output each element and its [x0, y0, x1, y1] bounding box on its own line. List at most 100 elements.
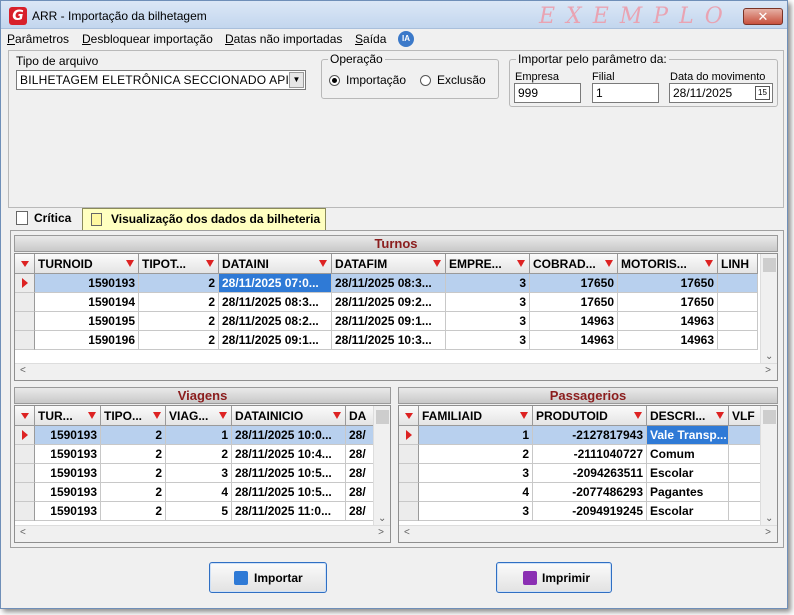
- empresa-input[interactable]: 999: [514, 83, 581, 103]
- table-cell[interactable]: 17650: [530, 293, 618, 312]
- table-cell[interactable]: 28/11/2025 07:0...: [219, 274, 332, 293]
- filter-icon[interactable]: [433, 260, 441, 267]
- table-cell[interactable]: 14963: [618, 331, 718, 350]
- table-cell[interactable]: 17650: [530, 274, 618, 293]
- vertical-scrollbar[interactable]: ⌄: [373, 406, 390, 525]
- table-cell[interactable]: 28/11/2025 09:1...: [332, 312, 446, 331]
- close-button[interactable]: ✕: [743, 8, 783, 25]
- table-cell[interactable]: [718, 274, 758, 293]
- scroll-down-icon[interactable]: ⌄: [765, 351, 773, 362]
- imprimir-button[interactable]: Imprimir: [496, 562, 612, 593]
- table-cell[interactable]: 4: [166, 483, 232, 502]
- table-cell[interactable]: -2077486293: [533, 483, 647, 502]
- filter-icon[interactable]: [153, 412, 161, 419]
- column-header[interactable]: DATAFIM: [332, 254, 446, 274]
- table-cell[interactable]: 1590193: [35, 426, 101, 445]
- table-cell[interactable]: -2094263511: [533, 464, 647, 483]
- column-header[interactable]: FAMILIAID: [419, 406, 533, 426]
- row-menu-icon[interactable]: [15, 406, 35, 426]
- table-row[interactable]: 1590193 2 1 28/11/2025 10:0... 28/: [15, 426, 390, 445]
- column-header[interactable]: TIPOT...: [139, 254, 219, 274]
- table-cell[interactable]: 3: [446, 274, 530, 293]
- table-row[interactable]: 2 -2111040727 Comum: [399, 445, 777, 464]
- table-cell[interactable]: 28/11/2025 10:0...: [232, 426, 346, 445]
- table-cell[interactable]: 2: [139, 274, 219, 293]
- column-header[interactable]: VIAG...: [166, 406, 232, 426]
- table-cell[interactable]: 28/11/2025 11:0...: [232, 502, 346, 521]
- scroll-right-icon[interactable]: >: [765, 527, 771, 538]
- scroll-thumb[interactable]: [376, 410, 389, 424]
- table-cell[interactable]: 28/11/2025 08:3...: [332, 274, 446, 293]
- column-header[interactable]: MOTORIS...: [618, 254, 718, 274]
- horizontal-scrollbar[interactable]: < >: [15, 363, 777, 380]
- table-cell[interactable]: 28/: [346, 464, 376, 483]
- scroll-down-icon[interactable]: ⌄: [378, 513, 386, 524]
- table-cell[interactable]: 1590193: [35, 274, 139, 293]
- table-cell[interactable]: 1590193: [35, 464, 101, 483]
- vertical-scrollbar[interactable]: ⌄: [760, 406, 777, 525]
- scroll-left-icon[interactable]: <: [404, 527, 410, 538]
- table-cell[interactable]: 2: [419, 445, 533, 464]
- importar-button[interactable]: Importar: [209, 562, 327, 593]
- tab-visualizacao[interactable]: Visualização dos dados da bilheteria: [82, 208, 326, 230]
- table-row[interactable]: 1590193 2 3 28/11/2025 10:5... 28/: [15, 464, 390, 483]
- table-cell[interactable]: 28/: [346, 445, 376, 464]
- table-cell[interactable]: 1: [419, 426, 533, 445]
- row-menu-icon[interactable]: [15, 254, 35, 274]
- table-cell[interactable]: 28/: [346, 483, 376, 502]
- table-cell[interactable]: 17650: [618, 293, 718, 312]
- table-cell[interactable]: Escolar: [647, 464, 729, 483]
- table-cell[interactable]: 28/: [346, 426, 376, 445]
- table-cell[interactable]: 2: [101, 483, 166, 502]
- table-row[interactable]: 1590193 2 5 28/11/2025 11:0... 28/: [15, 502, 390, 521]
- menu-desbloquear-importacao[interactable]: Desbloquear importação: [82, 32, 213, 46]
- table-cell[interactable]: 2: [166, 445, 232, 464]
- column-header[interactable]: LINH: [718, 254, 758, 274]
- filter-icon[interactable]: [517, 260, 525, 267]
- table-cell[interactable]: 2: [101, 502, 166, 521]
- tab-critica[interactable]: Crítica: [16, 211, 71, 231]
- table-cell[interactable]: 2: [139, 331, 219, 350]
- viagens-grid[interactable]: TUR... TIPO... VIAG... DATAINICIO DA 1590193 2…: [14, 405, 391, 543]
- horizontal-scrollbar[interactable]: < >: [15, 525, 390, 542]
- menu-saida[interactable]: Saída: [355, 32, 386, 46]
- table-cell[interactable]: 1590194: [35, 293, 139, 312]
- filter-icon[interactable]: [634, 412, 642, 419]
- table-row[interactable]: 3 -2094263511 Escolar: [399, 464, 777, 483]
- table-cell[interactable]: 1590195: [35, 312, 139, 331]
- table-cell[interactable]: 3: [419, 502, 533, 521]
- table-cell[interactable]: 28/11/2025 10:5...: [232, 483, 346, 502]
- table-cell[interactable]: 28/11/2025 10:3...: [332, 331, 446, 350]
- radio-exclusao[interactable]: [420, 75, 431, 86]
- filter-icon[interactable]: [520, 412, 528, 419]
- scroll-down-icon[interactable]: ⌄: [765, 513, 773, 524]
- table-cell[interactable]: Escolar: [647, 502, 729, 521]
- horizontal-scrollbar[interactable]: < >: [399, 525, 777, 542]
- table-cell[interactable]: 3: [166, 464, 232, 483]
- row-menu-icon[interactable]: [399, 406, 419, 426]
- filter-icon[interactable]: [716, 412, 724, 419]
- table-cell[interactable]: 1: [166, 426, 232, 445]
- chevron-down-icon[interactable]: ▼: [289, 72, 304, 88]
- menu-datas-nao-importadas[interactable]: Datas não importadas: [225, 32, 342, 46]
- table-cell[interactable]: [718, 331, 758, 350]
- filter-icon[interactable]: [605, 260, 613, 267]
- table-row[interactable]: 1590195 2 28/11/2025 08:2... 28/11/2025 09:…: [15, 312, 777, 331]
- table-row[interactable]: 1590196 2 28/11/2025 09:1... 28/11/2025 10:…: [15, 331, 777, 350]
- filter-icon[interactable]: [219, 412, 227, 419]
- vertical-scrollbar[interactable]: ⌄: [760, 254, 777, 363]
- table-cell[interactable]: 2: [101, 445, 166, 464]
- table-cell[interactable]: 17650: [618, 274, 718, 293]
- table-row[interactable]: 1590193 2 28/11/2025 07:0... 28/11/2025 08:…: [15, 274, 777, 293]
- table-row[interactable]: 3 -2094919245 Escolar: [399, 502, 777, 521]
- column-header[interactable]: DATAINICIO: [232, 406, 346, 426]
- table-cell[interactable]: 3: [419, 464, 533, 483]
- passageiros-grid[interactable]: FAMILIAID PRODUTOID DESCRI... VLF 1 -21278179…: [398, 405, 778, 543]
- table-cell[interactable]: [718, 293, 758, 312]
- table-cell[interactable]: [718, 312, 758, 331]
- table-cell[interactable]: 4: [419, 483, 533, 502]
- table-cell[interactable]: 14963: [618, 312, 718, 331]
- table-cell[interactable]: 3: [446, 312, 530, 331]
- table-cell[interactable]: Pagantes: [647, 483, 729, 502]
- column-header[interactable]: TIPO...: [101, 406, 166, 426]
